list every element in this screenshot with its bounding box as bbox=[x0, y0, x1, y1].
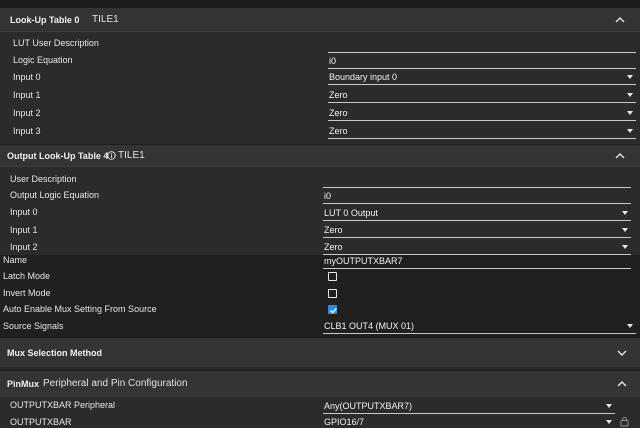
pinmux-panel: PinMux Peripheral and Pin Configuration … bbox=[0, 369, 640, 428]
outlut4-panel: Output Look-Up Table 4 TILE1 User Descri… bbox=[0, 144, 640, 256]
lut0-input2-value: Zero bbox=[329, 108, 348, 118]
dropdown-arrow-icon bbox=[627, 75, 633, 79]
lut0-tile: TILE1 bbox=[92, 14, 119, 25]
chevron-down-icon[interactable] bbox=[616, 347, 628, 359]
outputxbar-pin-select[interactable]: GPIO16/7 bbox=[323, 415, 615, 428]
outlut4-equation-label: Output Logic Equation bbox=[10, 190, 100, 200]
chevron-up-icon[interactable] bbox=[614, 14, 626, 26]
dropdown-arrow-icon bbox=[627, 93, 633, 97]
lut0-title: Look-Up Table 0 bbox=[10, 15, 80, 25]
source-signals-select[interactable]: CLB1 OUT4 (MUX 01) bbox=[323, 319, 636, 334]
chevron-up-icon[interactable] bbox=[614, 150, 626, 162]
xbar-row-auto: Auto Enable Mux Setting From Source bbox=[0, 301, 640, 318]
pinmux-subtitle: Peripheral and Pin Configuration bbox=[43, 378, 188, 389]
outputxbar-peripheral-value: Any(OUTPUTXBAR7) bbox=[324, 401, 413, 411]
outlut4-input1-value: Zero bbox=[324, 225, 343, 235]
dropdown-arrow-icon bbox=[606, 420, 612, 424]
pinmux-header[interactable]: PinMux Peripheral and Pin Configuration bbox=[0, 371, 640, 397]
outlut4-tile: TILE1 bbox=[118, 150, 145, 161]
lut0-equation-value: i0 bbox=[329, 56, 337, 66]
outputxbar-peripheral-label: OUTPUTXBAR Peripheral bbox=[10, 400, 116, 410]
lut0-equation-input[interactable]: i0 bbox=[328, 54, 636, 69]
outlut4-equation-input[interactable]: i0 bbox=[323, 189, 631, 204]
lut0-header[interactable]: Look-Up Table 0 TILE1 bbox=[0, 8, 640, 32]
lut0-input0-value: Boundary input 0 bbox=[329, 72, 398, 82]
mux-selection-title: Mux Selection Method bbox=[7, 348, 103, 358]
dropdown-arrow-icon bbox=[627, 324, 633, 328]
name-input[interactable]: myOUTPUTXBAR7 bbox=[323, 254, 631, 269]
lut0-input1-select[interactable]: Zero bbox=[328, 88, 636, 103]
latch-mode-label: Latch Mode bbox=[3, 271, 51, 281]
outlut4-input1-select[interactable]: Zero bbox=[323, 223, 631, 238]
outlut4-description-input[interactable] bbox=[323, 173, 631, 188]
outlut4-input1-label: Input 1 bbox=[10, 225, 38, 235]
auto-enable-label: Auto Enable Mux Setting From Source bbox=[3, 304, 157, 314]
outlut4-title: Output Look-Up Table 4 bbox=[7, 151, 109, 161]
dropdown-arrow-icon bbox=[622, 211, 628, 215]
lut0-panel: Look-Up Table 0 TILE1 LUT User Descripti… bbox=[0, 7, 640, 144]
xbar-row-invert: Invert Mode bbox=[0, 285, 640, 302]
dropdown-arrow-icon bbox=[627, 111, 633, 115]
xbar-row-latch: Latch Mode bbox=[0, 268, 640, 285]
mux-selection-panel[interactable]: Mux Selection Method bbox=[0, 337, 640, 367]
dropdown-arrow-icon bbox=[622, 245, 628, 249]
name-value: myOUTPUTXBAR7 bbox=[324, 256, 403, 266]
outlut4-header[interactable]: Output Look-Up Table 4 TILE1 bbox=[0, 145, 640, 167]
latch-mode-checkbox[interactable] bbox=[328, 272, 337, 281]
dropdown-arrow-icon bbox=[606, 404, 612, 408]
lut0-input3-value: Zero bbox=[329, 126, 348, 136]
invert-mode-label: Invert Mode bbox=[3, 288, 51, 298]
outlut4-description-label: User Description bbox=[10, 174, 77, 184]
outlut4-input0-select[interactable]: LUT 0 Output bbox=[323, 206, 631, 221]
lut0-input1-label: Input 1 bbox=[13, 90, 41, 100]
outputxbar-label: OUTPUTXBAR bbox=[10, 417, 72, 427]
info-icon bbox=[107, 151, 116, 160]
lut0-input0-select[interactable]: Boundary input 0 bbox=[328, 70, 636, 85]
outputxbar-peripheral-select[interactable]: Any(OUTPUTXBAR7) bbox=[323, 399, 615, 414]
outputxbar-pin-value: GPIO16/7 bbox=[324, 417, 365, 427]
lock-icon[interactable] bbox=[620, 416, 629, 427]
dropdown-arrow-icon bbox=[622, 228, 628, 232]
lut0-input1-value: Zero bbox=[329, 90, 348, 100]
lut0-description-label: LUT User Description bbox=[13, 38, 99, 48]
lut0-description-input[interactable] bbox=[328, 38, 636, 53]
top-strip bbox=[0, 0, 640, 7]
dropdown-arrow-icon bbox=[627, 129, 633, 133]
lut0-input0-label: Input 0 bbox=[13, 72, 41, 82]
checkmark-icon bbox=[330, 307, 337, 314]
lut0-equation-label: Logic Equation bbox=[13, 55, 73, 65]
outlut4-input0-value: LUT 0 Output bbox=[324, 208, 378, 218]
outlut4-input0-label: Input 0 bbox=[10, 207, 38, 217]
lut0-input2-select[interactable]: Zero bbox=[328, 106, 636, 121]
source-signals-label: Source Signals bbox=[3, 321, 64, 331]
chevron-up-icon[interactable] bbox=[616, 378, 628, 390]
auto-enable-checkbox[interactable] bbox=[328, 305, 337, 314]
lut0-input2-label: Input 2 bbox=[13, 108, 41, 118]
invert-mode-checkbox[interactable] bbox=[328, 289, 337, 298]
source-signals-value: CLB1 OUT4 (MUX 01) bbox=[324, 321, 415, 331]
name-label: Name bbox=[3, 255, 28, 265]
lut0-input3-label: Input 3 bbox=[13, 126, 41, 136]
outlut4-equation-value: i0 bbox=[324, 191, 332, 201]
pinmux-title: PinMux bbox=[7, 379, 40, 389]
lut0-input3-select[interactable]: Zero bbox=[328, 124, 636, 139]
